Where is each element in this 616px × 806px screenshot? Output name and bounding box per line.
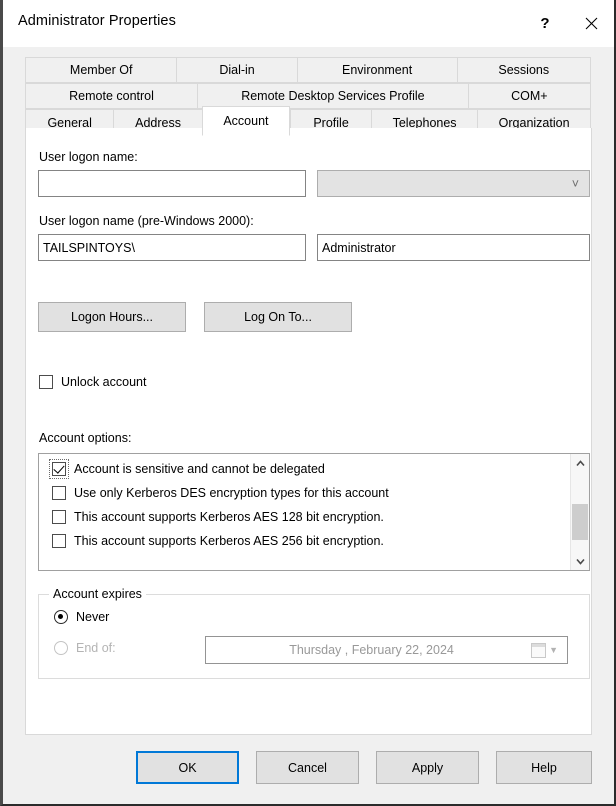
calendar-icon bbox=[531, 642, 547, 658]
unlock-account-label: Unlock account bbox=[61, 375, 147, 389]
account-option-item[interactable]: Account is sensitive and cannot be deleg… bbox=[39, 457, 571, 481]
title-bar-buttons: ? bbox=[522, 0, 614, 47]
tab-label: Sessions bbox=[498, 63, 550, 77]
pre-windows-2000-account-input[interactable] bbox=[317, 234, 590, 261]
tab-strip: Member Of Dial-in Environment Sessions Remo… bbox=[3, 47, 614, 136]
close-button[interactable] bbox=[568, 0, 614, 47]
tab-environment[interactable]: Environment bbox=[296, 57, 457, 83]
cancel-button[interactable]: Cancel bbox=[256, 751, 359, 784]
radio-indicator bbox=[54, 641, 68, 655]
chevron-down-icon bbox=[575, 558, 585, 565]
checkbox-indicator bbox=[52, 510, 66, 524]
help-button[interactable]: ? bbox=[522, 0, 568, 47]
scroll-up-button[interactable] bbox=[571, 454, 589, 472]
tab-label: Account bbox=[223, 114, 269, 128]
account-option-label: Use only Kerberos DES encryption types f… bbox=[74, 486, 389, 500]
tab-label: Remote Desktop Services Profile bbox=[241, 89, 425, 103]
account-option-label: This account supports Kerberos AES 128 b… bbox=[74, 510, 384, 524]
title-bar: Administrator Properties ? bbox=[3, 0, 614, 47]
chevron-up-icon bbox=[575, 459, 585, 466]
end-of-radio-option[interactable]: End of: bbox=[54, 641, 116, 655]
account-options-listbox[interactable]: Account is sensitive and cannot be deleg… bbox=[38, 453, 590, 571]
unlock-account-checkbox[interactable]: Unlock account bbox=[39, 375, 146, 389]
expiration-date-value: Thursday , February 22, 2024 bbox=[289, 643, 454, 657]
account-option-label: Account is sensitive and cannot be deleg… bbox=[74, 462, 325, 476]
tab-label: Member Of bbox=[69, 63, 133, 77]
end-of-label: End of: bbox=[76, 641, 116, 655]
logon-hours-button[interactable]: Logon Hours... bbox=[38, 302, 186, 332]
window-title: Administrator Properties bbox=[18, 13, 176, 29]
chevron-down-icon: ˅ bbox=[571, 176, 579, 191]
checkbox-indicator bbox=[52, 486, 66, 500]
checkbox-indicator bbox=[39, 375, 53, 389]
expiration-date-picker[interactable]: Thursday , February 22, 2024 ▼ bbox=[205, 636, 568, 664]
close-icon bbox=[585, 17, 597, 30]
account-tab-panel: User logon name: ˅ User logon name (pre-… bbox=[25, 128, 592, 735]
tab-account[interactable]: Account bbox=[201, 106, 291, 136]
pre-windows-2000-label: User logon name (pre-Windows 2000): bbox=[39, 214, 254, 228]
listbox-scrollbar[interactable] bbox=[570, 454, 589, 570]
tab-dial-in[interactable]: Dial-in bbox=[176, 57, 297, 83]
checkbox-indicator bbox=[52, 534, 66, 548]
tab-label: Remote control bbox=[69, 89, 154, 103]
scrollbar-thumb[interactable] bbox=[572, 504, 588, 540]
radio-indicator bbox=[54, 610, 68, 624]
checkbox-indicator bbox=[49, 459, 69, 479]
log-on-to-button[interactable]: Log On To... bbox=[204, 302, 352, 332]
tab-row-1: Member Of Dial-in Environment Sessions bbox=[25, 57, 592, 83]
tab-member-of[interactable]: Member Of bbox=[25, 57, 177, 83]
tab-com[interactable]: COM+ bbox=[467, 83, 591, 109]
never-label: Never bbox=[76, 610, 110, 624]
ok-button[interactable]: OK bbox=[136, 751, 239, 784]
tab-label: COM+ bbox=[511, 89, 548, 103]
user-logon-name-input[interactable] bbox=[38, 170, 306, 197]
help-footer-button[interactable]: Help bbox=[496, 751, 592, 784]
properties-dialog: Administrator Properties ? Member Of Dial… bbox=[0, 0, 616, 806]
tab-remote-control[interactable]: Remote control bbox=[25, 83, 198, 109]
user-logon-name-label: User logon name: bbox=[39, 150, 138, 164]
account-expires-group: Account expires Never End of: Thursday ,… bbox=[38, 587, 590, 679]
tab-sessions[interactable]: Sessions bbox=[456, 57, 592, 83]
tab-label: Dial-in bbox=[219, 63, 255, 77]
account-option-item[interactable]: This account supports Kerberos AES 256 b… bbox=[39, 529, 571, 553]
dialog-footer: OK Cancel Apply Help bbox=[3, 735, 614, 804]
never-radio-option[interactable]: Never bbox=[54, 610, 109, 624]
tab-label: Environment bbox=[342, 63, 413, 77]
account-expires-title: Account expires bbox=[49, 587, 146, 601]
chevron-down-icon: ▼ bbox=[549, 645, 558, 655]
pre-windows-2000-domain-input[interactable] bbox=[38, 234, 306, 261]
account-option-item[interactable]: Use only Kerberos DES encryption types f… bbox=[39, 481, 571, 505]
tab-row-2: Remote control Remote Desktop Services Pr… bbox=[25, 83, 591, 109]
upn-suffix-dropdown[interactable]: ˅ bbox=[317, 170, 590, 197]
account-option-label: This account supports Kerberos AES 256 b… bbox=[74, 534, 384, 548]
apply-button[interactable]: Apply bbox=[376, 751, 479, 784]
scroll-down-button[interactable] bbox=[571, 552, 589, 570]
account-options-label: Account options: bbox=[39, 431, 132, 445]
account-options-list: Account is sensitive and cannot be deleg… bbox=[39, 454, 571, 570]
account-option-item[interactable]: This account supports Kerberos AES 128 b… bbox=[39, 505, 571, 529]
